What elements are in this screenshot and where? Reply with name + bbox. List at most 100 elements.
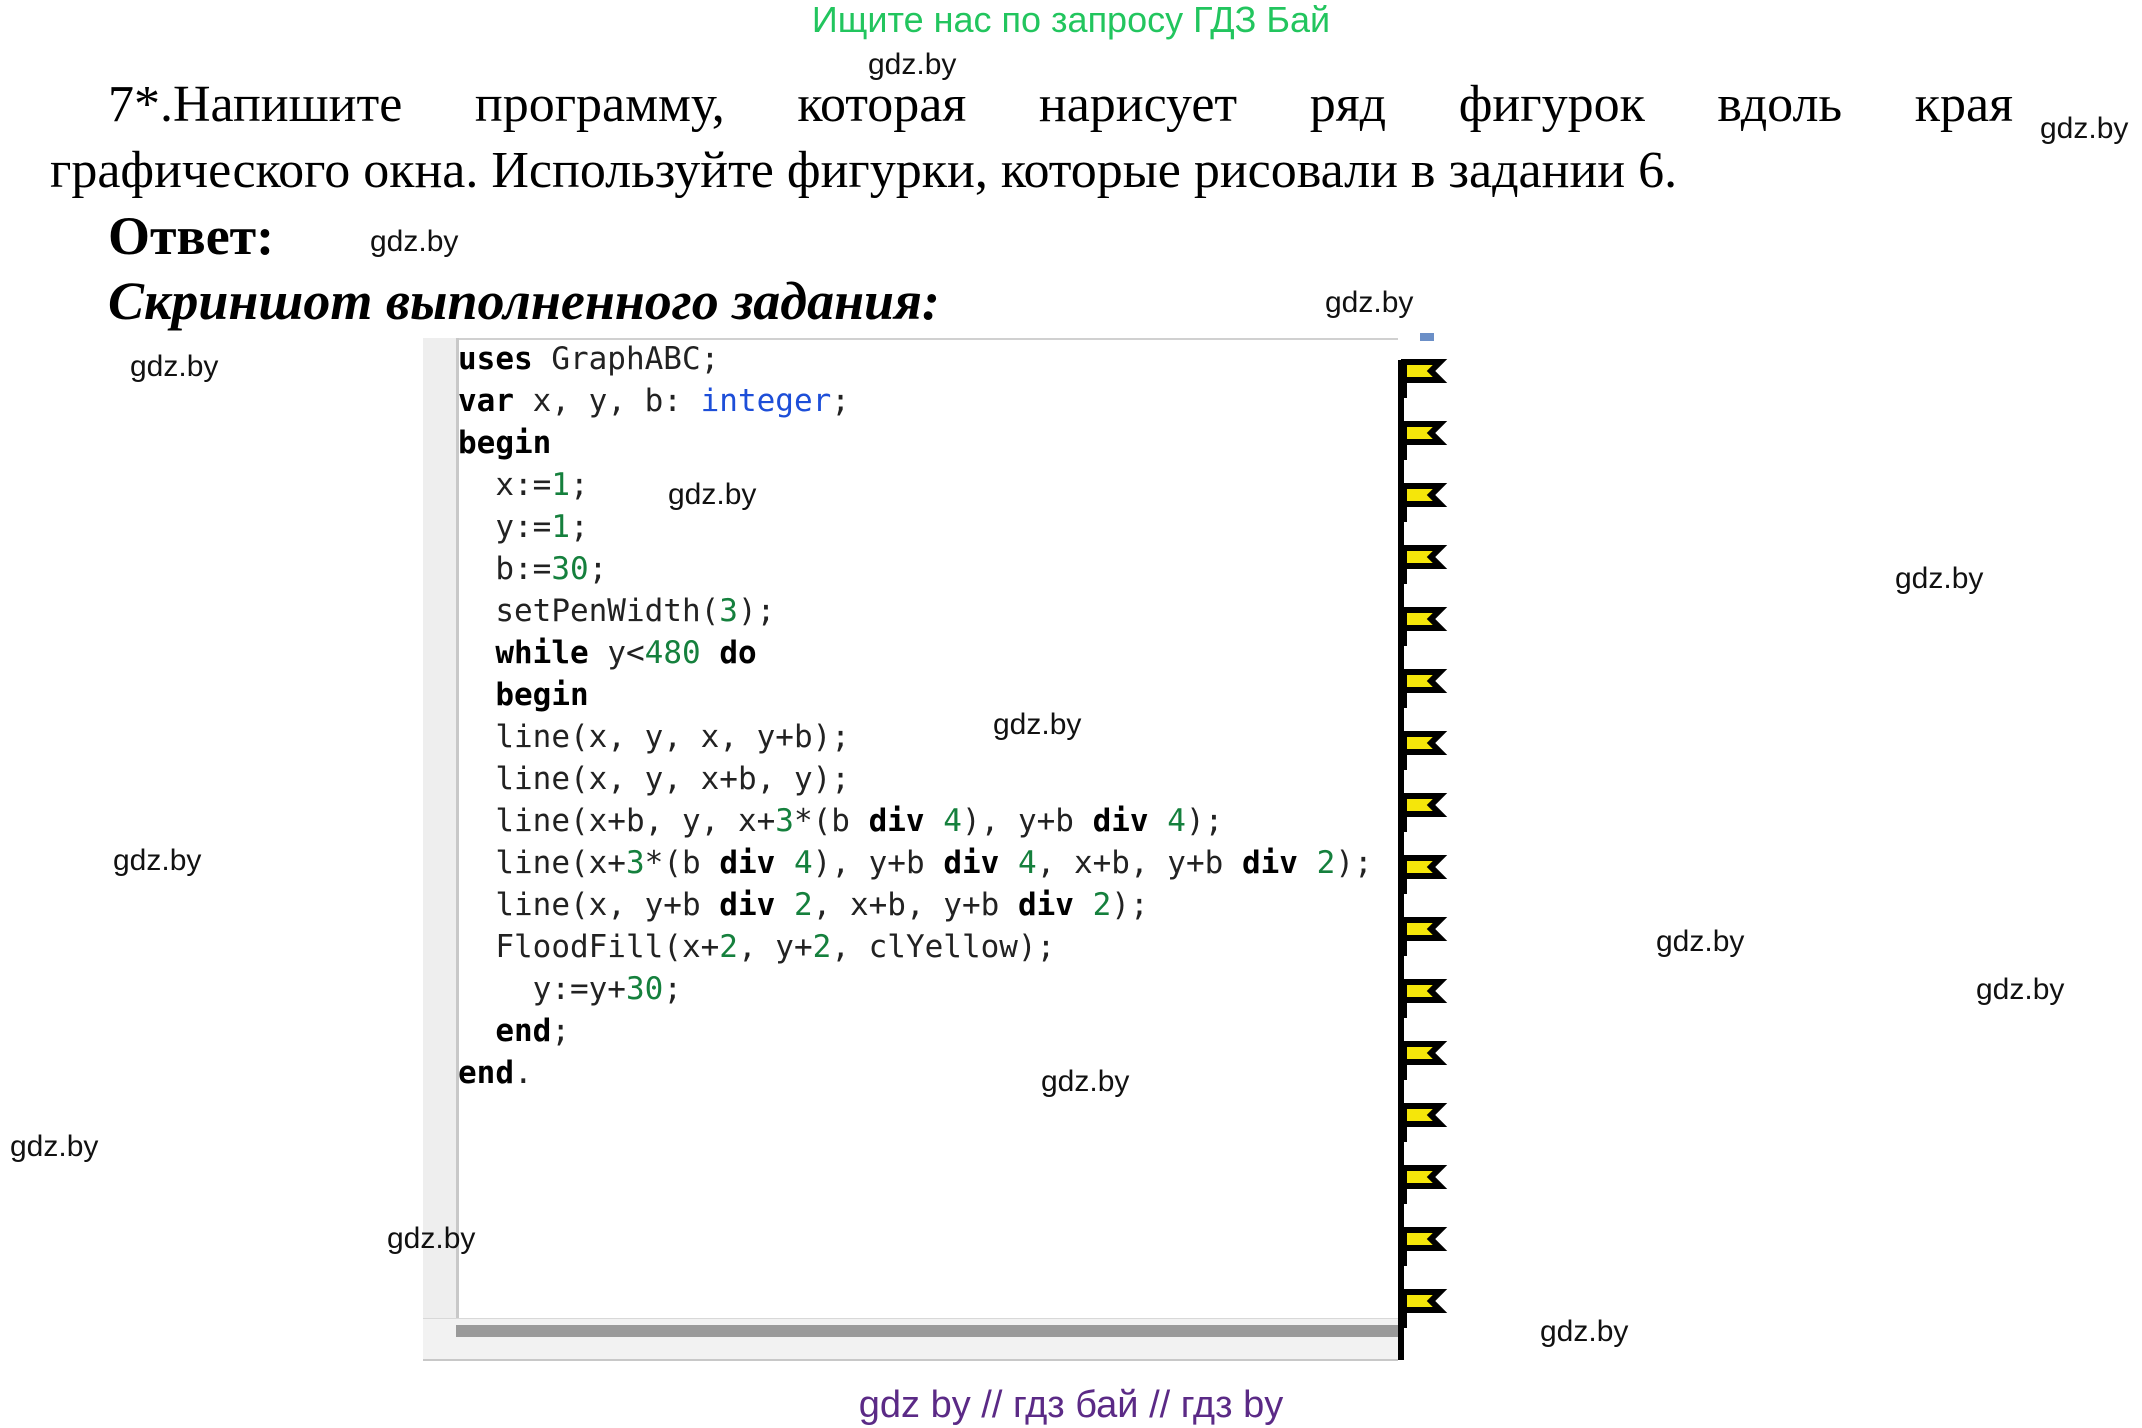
code-token: , y+ (737, 929, 813, 965)
code-token: line(x, y+b (458, 887, 720, 923)
code-token: 4 (1167, 803, 1186, 839)
code-token: 1 (551, 509, 570, 545)
code-token: 4 (943, 803, 962, 839)
watermark: gdz.by (387, 1222, 476, 1255)
code-token: div (1017, 887, 1074, 923)
code-token: uses (458, 341, 533, 377)
code-line: x:=1; (458, 464, 1373, 506)
flag-shape (1401, 979, 1448, 1003)
flag-shape (1401, 607, 1448, 631)
flag-shape (1401, 1103, 1448, 1127)
code-line: y:=y+30; (458, 968, 1373, 1010)
search-banner: Ищите нас по запросу ГДЗ Бай (811, 0, 1331, 40)
code-token: end (495, 1013, 552, 1049)
watermark: gdz.by (1976, 973, 2065, 1006)
footer-links: gdz by // гдз бай // гдз by (858, 1384, 1284, 1426)
code-line: line(x, y, x, y+b); (458, 716, 1373, 758)
code-token: div (868, 803, 925, 839)
code-token: div (1241, 845, 1298, 881)
watermark: gdz.by (1656, 925, 1745, 958)
watermark: gdz.by (2040, 112, 2129, 145)
code-token: 2 (812, 929, 832, 965)
editor-gutter (423, 338, 459, 1318)
code-token: ); (1335, 845, 1373, 881)
code-token: ; (831, 383, 850, 419)
flag-shape (1401, 917, 1448, 941)
code-token: , x+b, y+b (1036, 845, 1242, 881)
code-token: *(b (793, 803, 869, 839)
code-token: *(b (644, 845, 720, 881)
code-token: div (1092, 803, 1149, 839)
code-token: ); (1111, 887, 1149, 923)
task-text-line-1: 7*.Напишите программу, которая нарисует … (108, 76, 2013, 133)
task-text-line-2: графического окна. Используйте фигурки, … (50, 142, 1678, 199)
code-listing: uses GraphABC; var x, y, b: integer; begin… (458, 338, 1373, 1094)
code-token: ); (737, 593, 776, 629)
code-token: 2 (719, 929, 738, 965)
code-token: 2 (1092, 887, 1112, 923)
code-token: while (495, 635, 589, 671)
code-line: line(x, y, x+b, y); (458, 758, 1373, 800)
code-token: ; (551, 1013, 570, 1049)
code-line: uses GraphABC; (458, 338, 1373, 380)
watermark: gdz.by (1540, 1315, 1629, 1348)
code-token: ; (570, 509, 589, 545)
code-token: x, y, b: (514, 383, 701, 419)
code-token: ); (1185, 803, 1224, 839)
code-line: line(x+3*(b div 4), y+b div 4, x+b, y+b … (458, 842, 1373, 884)
code-token: setPenWidth( (458, 593, 720, 629)
code-line: b:=30; (458, 548, 1373, 590)
code-token: 4 (793, 845, 813, 881)
code-token: 3 (625, 845, 645, 881)
flag-shape (1401, 731, 1448, 755)
answer-label: Ответ: (108, 206, 275, 266)
flag-shape (1401, 855, 1448, 879)
code-token: 2 (1316, 845, 1336, 881)
code-token: x:= (458, 467, 552, 503)
code-token: 480 (644, 635, 701, 671)
code-token: div (719, 887, 776, 923)
code-token: ), y+b (961, 803, 1093, 839)
code-token: ; (570, 467, 589, 503)
horizontal-scrollbar-thumb[interactable] (456, 1325, 1398, 1337)
code-token: 2 (793, 887, 813, 923)
code-token: y:=y+ (458, 971, 626, 1007)
code-token: 30 (625, 971, 664, 1007)
code-token: FloodFill(x+ (458, 929, 720, 965)
code-token: div (719, 845, 776, 881)
flag-shape (1401, 1227, 1448, 1251)
flag-shape (1401, 483, 1448, 507)
code-token: line(x, y, x, y+b); (458, 719, 850, 755)
flag-shape (1401, 1041, 1448, 1065)
flag-shape (1401, 1289, 1448, 1313)
code-line: setPenWidth(3); (458, 590, 1373, 632)
watermark: gdz.by (370, 225, 459, 258)
code-line: end. (458, 1052, 1373, 1094)
code-token: ; (663, 971, 682, 1007)
flag-shape (1401, 421, 1448, 445)
code-token: 4 (1017, 845, 1037, 881)
code-line: line(x, y+b div 2, x+b, y+b div 2); (458, 884, 1373, 926)
code-token: GraphABC; (532, 341, 720, 377)
code-line: var x, y, b: integer; (458, 380, 1373, 422)
code-token: div (943, 845, 1000, 881)
code-token: 3 (719, 593, 738, 629)
code-token: ; (588, 551, 608, 587)
code-line: FloodFill(x+2, y+2, clYellow); (458, 926, 1373, 968)
code-token: begin (458, 425, 552, 461)
watermark: gdz.by (1895, 562, 1984, 595)
code-token: end (458, 1055, 514, 1091)
code-line: begin (458, 674, 1373, 716)
code-token: line(x+b, y, x+ (458, 803, 776, 839)
code-token: y< (588, 635, 645, 671)
code-token: line(x, y, x+b, y); (458, 761, 850, 797)
code-token: do (719, 635, 757, 671)
flag-shape (1401, 793, 1448, 817)
